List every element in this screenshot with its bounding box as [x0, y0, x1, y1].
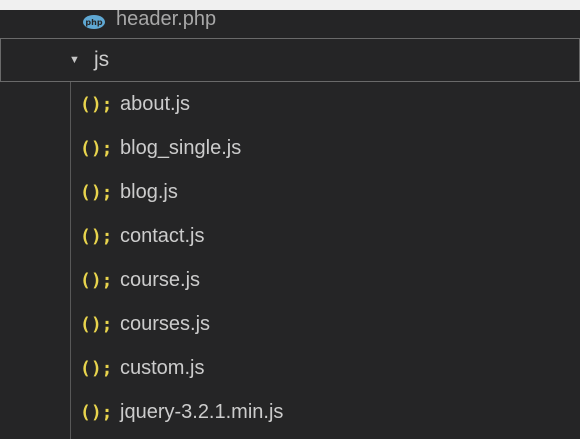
js-file-icon: ();	[80, 93, 116, 115]
folder-name: js	[94, 48, 110, 71]
svg-text:php: php	[85, 18, 102, 27]
js-file-icon: ();	[80, 137, 116, 159]
php-icon: php	[82, 13, 106, 31]
file-item[interactable]: (); custom.js	[0, 346, 580, 390]
js-file-icon: ();	[80, 269, 116, 291]
js-file-icon: ();	[80, 313, 116, 335]
file-item-header-php[interactable]: php header.php	[0, 0, 580, 34]
svg-text:();: ();	[80, 314, 113, 334]
file-item[interactable]: (); contact.js	[0, 214, 580, 258]
file-name: contact.js	[120, 224, 205, 247]
folder-item-js[interactable]: ▼ js	[0, 38, 580, 82]
js-file-icon: ();	[80, 181, 116, 203]
file-name: header.php	[116, 8, 217, 30]
file-item[interactable]: (); blog.js	[0, 170, 580, 214]
file-name: about.js	[120, 92, 191, 115]
file-name: custom.js	[120, 356, 205, 379]
svg-text:();: ();	[80, 358, 113, 378]
js-file-icon: ();	[80, 401, 116, 423]
chevron-down-icon[interactable]: ▼	[69, 54, 81, 66]
js-file-icon: ();	[80, 225, 116, 247]
js-file-icon: ();	[80, 357, 116, 379]
file-item[interactable]: (); blog_single.js	[0, 126, 580, 170]
file-name: jquery-3.2.1.min.js	[120, 400, 284, 423]
file-item[interactable]: (); courses.js	[0, 302, 580, 346]
svg-text:();: ();	[80, 226, 113, 246]
file-name: blog_single.js	[120, 136, 242, 159]
file-name: blog.js	[120, 180, 178, 203]
file-item[interactable]: (); course.js	[0, 258, 580, 302]
svg-text:();: ();	[80, 402, 113, 422]
svg-text:();: ();	[80, 138, 113, 158]
file-name: courses.js	[120, 312, 211, 335]
file-explorer: php header.php ▼ js (); about.js (); blog_s…	[0, 0, 580, 439]
svg-text:();: ();	[80, 94, 113, 114]
file-item[interactable]: (); jquery-3.2.1.min.js	[0, 390, 580, 434]
file-item[interactable]: (); about.js	[0, 82, 580, 126]
svg-text:();: ();	[80, 182, 113, 202]
file-name: course.js	[120, 268, 201, 291]
svg-text:();: ();	[80, 270, 113, 290]
